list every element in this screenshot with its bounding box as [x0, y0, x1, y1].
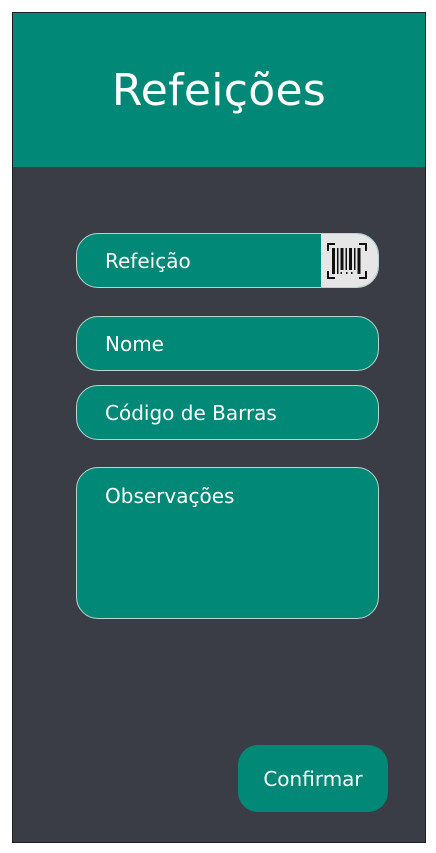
observacoes-placeholder: Observações — [105, 484, 235, 508]
codigo-placeholder: Código de Barras — [105, 400, 277, 425]
page-title: Refeições — [111, 64, 327, 116]
nome-field[interactable]: Nome — [76, 316, 379, 371]
app-screen: Refeições Refeição Nome Código de Barras… — [12, 12, 426, 843]
observacoes-textarea[interactable]: Observações — [76, 467, 379, 619]
nome-placeholder: Nome — [105, 331, 164, 356]
confirm-button[interactable]: Confirmar — [238, 745, 388, 812]
barcode-scan-icon — [327, 242, 367, 279]
barcode-scan-button[interactable] — [321, 234, 378, 287]
app-header: Refeições — [13, 13, 425, 167]
refeicao-field[interactable]: Refeição — [76, 233, 379, 288]
confirm-button-label: Confirmar — [263, 766, 363, 791]
refeicao-placeholder: Refeição — [105, 248, 191, 273]
codigo-de-barras-field[interactable]: Código de Barras — [76, 385, 379, 440]
